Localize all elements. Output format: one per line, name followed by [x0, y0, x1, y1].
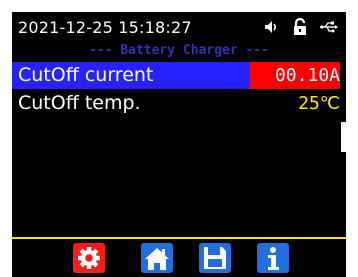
toolbar — [12, 241, 346, 277]
screen-title: --- Battery Charger --- — [88, 43, 269, 58]
home-icon — [141, 243, 173, 277]
menu-row-label: CutOff current — [18, 64, 154, 86]
menu-row-cutoff-temp[interactable]: CutOff temp. 25℃ — [12, 90, 346, 117]
gear-icon — [73, 243, 105, 277]
menu-row-value[interactable]: 00.10A — [250, 62, 346, 89]
settings-button[interactable] — [72, 243, 106, 277]
lock-open-icon — [292, 18, 308, 36]
device-screen: 2021-12-25 15:18:27 --- Battery Charger … — [12, 12, 346, 277]
datetime: 2021-12-25 15:18:27 — [18, 18, 192, 37]
menu-row-label: CutOff temp. — [18, 92, 141, 114]
status-icons — [264, 16, 338, 38]
usb-icon — [320, 20, 338, 34]
status-bar: 2021-12-25 15:18:27 — [12, 12, 346, 42]
info-icon — [257, 243, 289, 277]
speaker-icon — [264, 19, 280, 35]
scrollbar-thumb[interactable] — [341, 122, 346, 152]
toolbar-divider — [12, 237, 346, 239]
scrollbar[interactable] — [340, 60, 346, 235]
menu-row-value[interactable]: 25℃ — [290, 90, 346, 117]
info-button[interactable] — [256, 243, 290, 277]
home-button[interactable] — [140, 243, 174, 277]
save-button[interactable] — [198, 243, 232, 277]
save-icon — [199, 243, 231, 277]
menu-row-cutoff-current[interactable]: CutOff current 00.10A — [12, 62, 346, 89]
